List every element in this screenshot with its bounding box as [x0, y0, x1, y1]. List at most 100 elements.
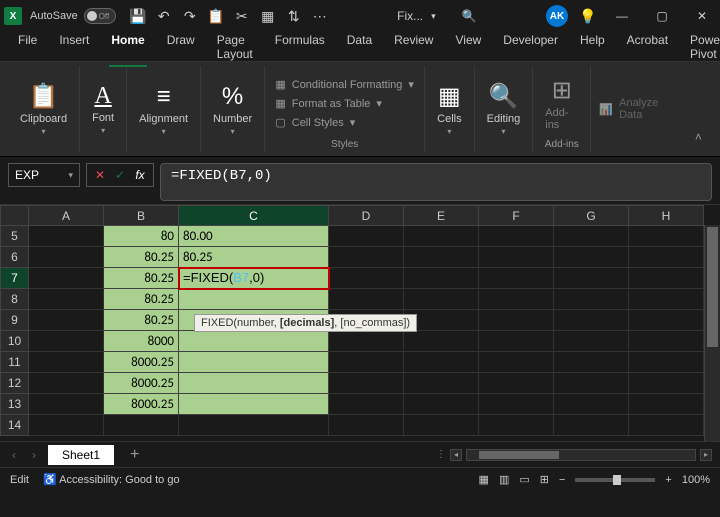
- maximize-button[interactable]: ▢: [648, 2, 676, 30]
- add-sheet-button[interactable]: +: [122, 446, 147, 464]
- cancel-formula-button[interactable]: ✕: [91, 166, 109, 184]
- cell-A7[interactable]: [29, 268, 104, 289]
- tab-developer[interactable]: Developer: [493, 29, 568, 65]
- tab-home[interactable]: Home: [101, 29, 154, 65]
- cell-G6[interactable]: [554, 247, 629, 268]
- format-as-table-button[interactable]: ▦Format as Table ▾: [275, 95, 414, 112]
- cell-C14[interactable]: [179, 415, 329, 436]
- cell-E13[interactable]: [404, 394, 479, 415]
- cell-H8[interactable]: [629, 289, 704, 310]
- cell-F6[interactable]: [479, 247, 554, 268]
- cells-button[interactable]: ▦Cells▾: [433, 80, 465, 138]
- cell-A10[interactable]: [29, 331, 104, 352]
- cell-A8[interactable]: [29, 289, 104, 310]
- page-break-button[interactable]: ⊞: [540, 473, 549, 486]
- cell-G12[interactable]: [554, 373, 629, 394]
- fx-button[interactable]: fx: [131, 166, 149, 184]
- cell-B11[interactable]: 8000.25: [104, 352, 179, 373]
- cell-A5[interactable]: [29, 226, 104, 247]
- cell-A11[interactable]: [29, 352, 104, 373]
- more-icon[interactable]: ⋯: [312, 8, 328, 24]
- row-header-10[interactable]: 10: [1, 331, 29, 352]
- row-header-8[interactable]: 8: [1, 289, 29, 310]
- cell-D13[interactable]: [329, 394, 404, 415]
- cell-H11[interactable]: [629, 352, 704, 373]
- tab-file[interactable]: File: [8, 29, 47, 65]
- sheet-tab[interactable]: Sheet1: [48, 445, 114, 465]
- scroll-left-button[interactable]: ◂: [450, 449, 462, 461]
- cell-B10[interactable]: 8000: [104, 331, 179, 352]
- search-icon[interactable]: 🔍: [462, 9, 477, 23]
- column-header-G[interactable]: G: [554, 206, 629, 226]
- cell-B13[interactable]: 8000.25: [104, 394, 179, 415]
- autosave-toggle[interactable]: AutoSave Off: [30, 8, 116, 24]
- tab-data[interactable]: Data: [337, 29, 382, 65]
- analyze-data-button[interactable]: 📊Analyze Data: [599, 95, 676, 123]
- cell-F12[interactable]: [479, 373, 554, 394]
- name-box[interactable]: EXP▾: [8, 163, 80, 187]
- addins-button[interactable]: ⊞Add-ins: [541, 74, 582, 133]
- font-button[interactable]: AFont▾: [88, 81, 118, 137]
- cell-C6[interactable]: 80.25: [179, 247, 329, 268]
- cell-E8[interactable]: [404, 289, 479, 310]
- column-header-A[interactable]: A: [29, 206, 104, 226]
- cell-B5[interactable]: 80: [104, 226, 179, 247]
- cell-H9[interactable]: [629, 310, 704, 331]
- vertical-scrollbar[interactable]: [704, 225, 720, 441]
- cell-A13[interactable]: [29, 394, 104, 415]
- cell-G11[interactable]: [554, 352, 629, 373]
- tab-acrobat[interactable]: Acrobat: [617, 29, 678, 65]
- cell-D10[interactable]: [329, 331, 404, 352]
- cell-H13[interactable]: [629, 394, 704, 415]
- cell-C10[interactable]: [179, 331, 329, 352]
- cell-D12[interactable]: [329, 373, 404, 394]
- undo-icon[interactable]: ↶: [156, 8, 172, 24]
- cell-E12[interactable]: [404, 373, 479, 394]
- cell-H7[interactable]: [629, 268, 704, 289]
- redo-icon[interactable]: ↷: [182, 8, 198, 24]
- enter-formula-button[interactable]: ✓: [111, 166, 129, 184]
- toggle-switch[interactable]: Off: [84, 8, 116, 24]
- clipboard-button[interactable]: 📋Clipboard▾: [16, 80, 71, 138]
- cell-E11[interactable]: [404, 352, 479, 373]
- zoom-slider[interactable]: [575, 478, 655, 482]
- alignment-button[interactable]: ≡Alignment▾: [135, 81, 192, 138]
- row-header-6[interactable]: 6: [1, 247, 29, 268]
- row-header-7[interactable]: 7: [1, 268, 29, 289]
- cell-A14[interactable]: [29, 415, 104, 436]
- cell-A12[interactable]: [29, 373, 104, 394]
- tab-draw[interactable]: Draw: [157, 29, 205, 65]
- zoom-level[interactable]: 100%: [682, 474, 710, 486]
- tab-page-layout[interactable]: Page Layout: [207, 29, 263, 65]
- cell-B14[interactable]: [104, 415, 179, 436]
- save-icon[interactable]: 💾: [130, 8, 146, 24]
- paste-icon[interactable]: 📋: [208, 8, 224, 24]
- row-header-5[interactable]: 5: [1, 226, 29, 247]
- cell-F14[interactable]: [479, 415, 554, 436]
- cell-F8[interactable]: [479, 289, 554, 310]
- cell-C7[interactable]: =FIXED(B7,0): [179, 268, 329, 289]
- cell-D8[interactable]: [329, 289, 404, 310]
- cell-D7[interactable]: [329, 268, 404, 289]
- cell-C12[interactable]: [179, 373, 329, 394]
- cell-G9[interactable]: [554, 310, 629, 331]
- cell-B12[interactable]: 8000.25: [104, 373, 179, 394]
- column-header-B[interactable]: B: [104, 206, 179, 226]
- tab-review[interactable]: Review: [384, 29, 443, 65]
- next-sheet-button[interactable]: ›: [28, 448, 40, 462]
- tab-insert[interactable]: Insert: [49, 29, 99, 65]
- cell-G14[interactable]: [554, 415, 629, 436]
- column-header-C[interactable]: C: [179, 206, 329, 226]
- cell-C13[interactable]: [179, 394, 329, 415]
- cell-G13[interactable]: [554, 394, 629, 415]
- cell-D5[interactable]: [329, 226, 404, 247]
- cell-G7[interactable]: [554, 268, 629, 289]
- cell-E5[interactable]: [404, 226, 479, 247]
- cell-D11[interactable]: [329, 352, 404, 373]
- tab-view[interactable]: View: [445, 29, 491, 65]
- cell-D6[interactable]: [329, 247, 404, 268]
- cell-H6[interactable]: [629, 247, 704, 268]
- cell-E10[interactable]: [404, 331, 479, 352]
- cell-B7[interactable]: 80.25: [104, 268, 179, 289]
- tab-formulas[interactable]: Formulas: [265, 29, 335, 65]
